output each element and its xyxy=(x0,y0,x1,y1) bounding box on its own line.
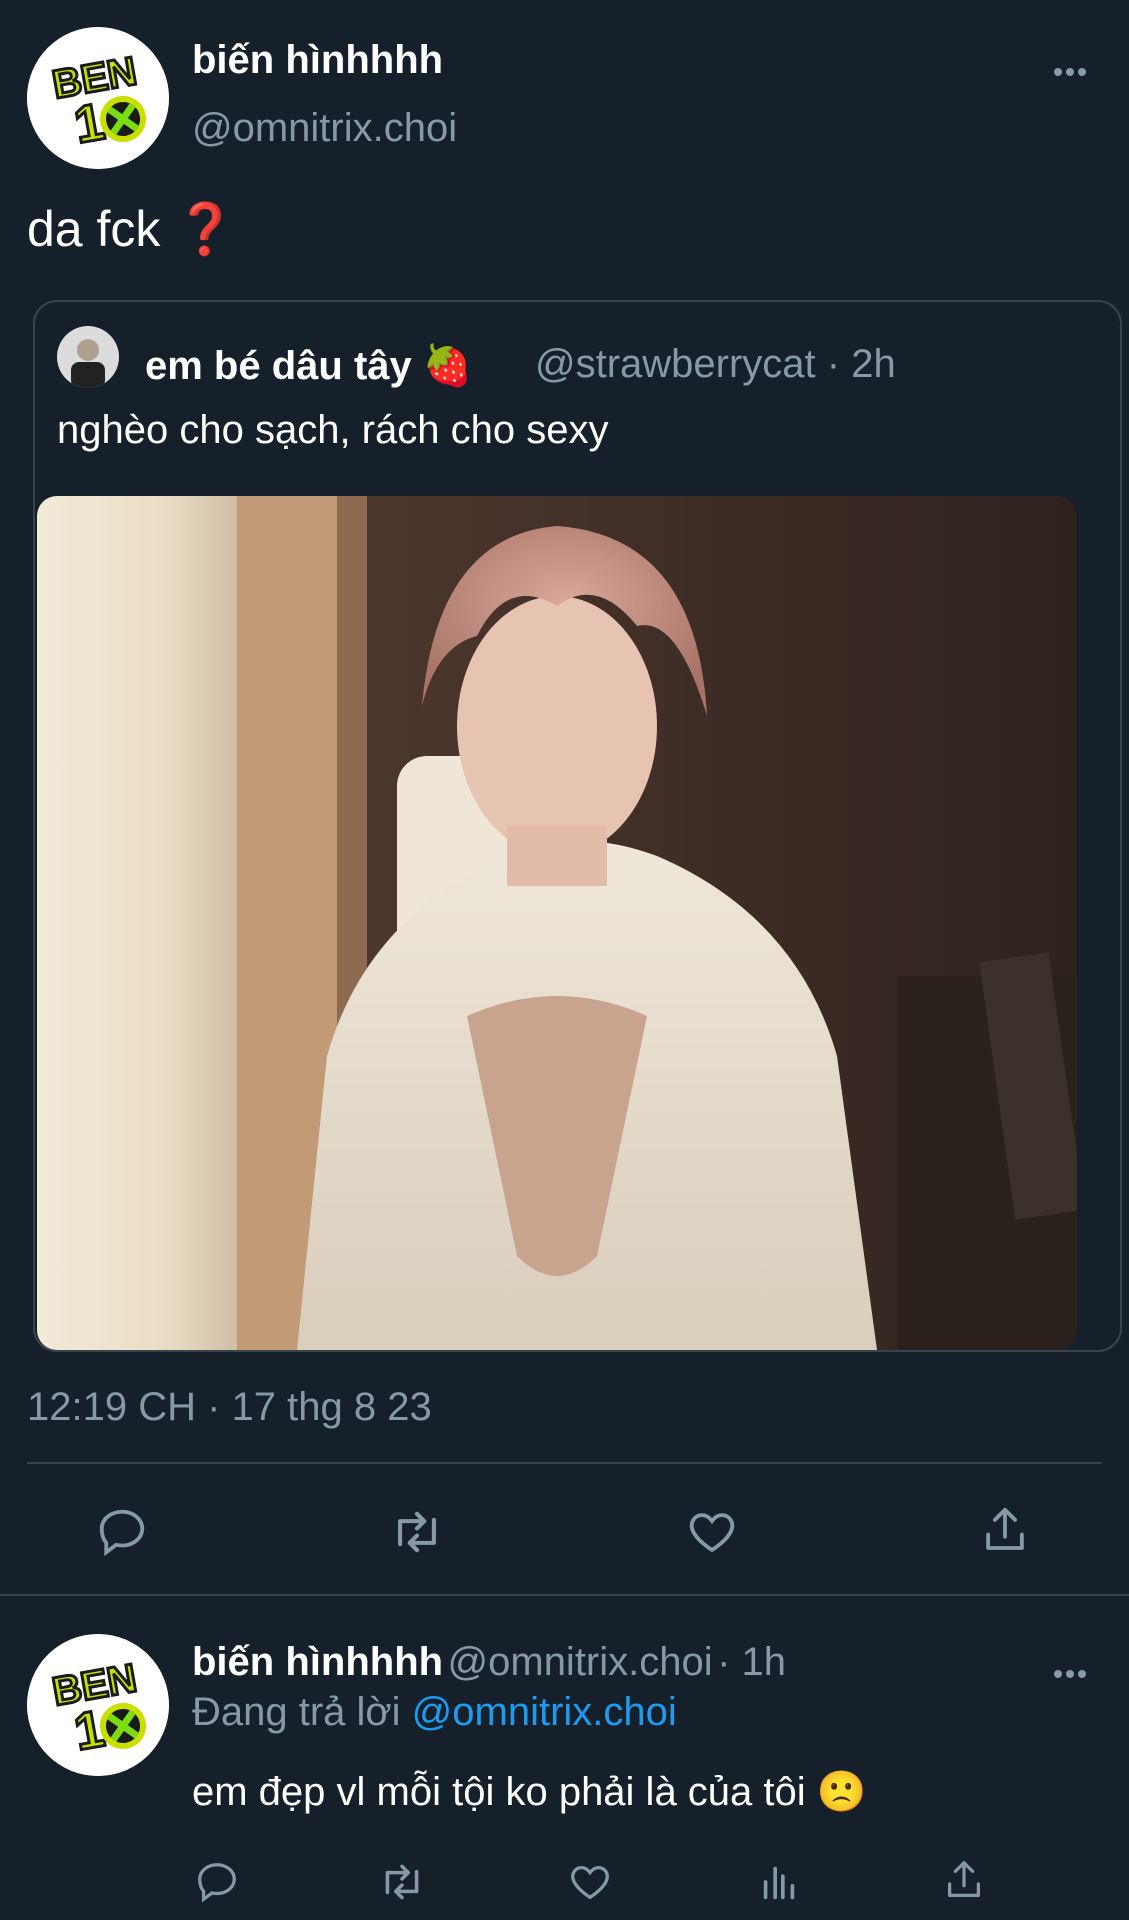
reply-icon xyxy=(99,1509,145,1557)
more-icon xyxy=(1054,1670,1086,1678)
reply-text: em đẹp vl mỗi tội ko phải là của tôi 🙁 xyxy=(192,1770,867,1814)
reply-reply-button[interactable] xyxy=(190,1855,244,1909)
reply-more-options-button[interactable] xyxy=(1052,1656,1088,1697)
reply-like-button[interactable] xyxy=(563,1855,617,1909)
avatar-ben10[interactable]: BEN 1 xyxy=(27,27,169,169)
tweet-text: da fck ❓ xyxy=(27,201,237,257)
reply-author-handle[interactable]: @omnitrix.choi xyxy=(448,1640,713,1684)
replying-to-label: Đang trả lời xyxy=(192,1690,401,1734)
portrait-photo-image xyxy=(37,496,1077,1350)
share-icon xyxy=(986,1507,1024,1550)
views-icon xyxy=(763,1866,795,1900)
ben10-logo-icon: BEN 1 xyxy=(27,1634,169,1776)
share-icon xyxy=(947,1861,981,1897)
like-icon xyxy=(689,1513,735,1553)
share-button[interactable] xyxy=(975,1500,1035,1560)
quoted-tweet-card[interactable]: em bé dâu tây 🍓 @strawberrycat · 2h nghè… xyxy=(33,300,1122,1352)
quoted-author-meta: @strawberrycat · 2h xyxy=(535,342,896,387)
quoted-author-name[interactable]: em bé dâu tây 🍓 xyxy=(145,342,473,389)
reply-icon xyxy=(198,1863,236,1903)
retweet-icon xyxy=(398,1511,436,1553)
quoted-tweet-photo[interactable] xyxy=(37,496,1077,1350)
question-emoji: ❓ xyxy=(174,201,237,257)
reply-share-button[interactable] xyxy=(937,1853,991,1907)
author-handle[interactable]: @omnitrix.choi xyxy=(192,106,457,151)
more-options-button[interactable] xyxy=(1052,54,1088,95)
replying-to: Đang trả lời @omnitrix.choi xyxy=(192,1690,677,1735)
user-photo-icon xyxy=(57,326,119,388)
reply-avatar-ben10[interactable]: BEN 1 xyxy=(27,1634,169,1776)
quoted-tweet-text: nghèo cho sạch, rách cho sexy xyxy=(57,408,609,452)
tweet-timestamp[interactable]: 12:19 CH · 17 thg 8 23 xyxy=(27,1385,432,1430)
retweet-button[interactable] xyxy=(387,1502,447,1562)
reply-button[interactable] xyxy=(92,1502,152,1562)
like-icon xyxy=(571,1865,609,1900)
reply-retweet-button[interactable] xyxy=(375,1855,429,1909)
quoted-author-handle[interactable]: @strawberrycat xyxy=(535,342,816,386)
reply-time: · 1h xyxy=(717,1640,787,1684)
replying-to-handle[interactable]: @omnitrix.choi xyxy=(412,1690,677,1734)
quoted-time: · 2h xyxy=(826,342,896,386)
strawberry-emoji: 🍓 xyxy=(422,344,473,388)
more-icon xyxy=(1054,68,1086,76)
divider xyxy=(27,1462,1102,1464)
section-divider xyxy=(0,1594,1129,1596)
author-name[interactable]: biến hìnhhhh xyxy=(192,38,443,83)
ben10-logo-icon: BEN 1 xyxy=(27,27,169,169)
retweet-icon xyxy=(385,1864,419,1900)
quoted-author-avatar[interactable] xyxy=(57,326,119,388)
reply-author-name[interactable]: biến hìnhhhh xyxy=(192,1640,443,1684)
frown-emoji: 🙁 xyxy=(816,1770,867,1814)
like-button[interactable] xyxy=(682,1502,742,1562)
reply-views-button[interactable] xyxy=(752,1855,806,1909)
reply-header: biến hìnhhhh @omnitrix.choi · 1h xyxy=(192,1640,786,1685)
